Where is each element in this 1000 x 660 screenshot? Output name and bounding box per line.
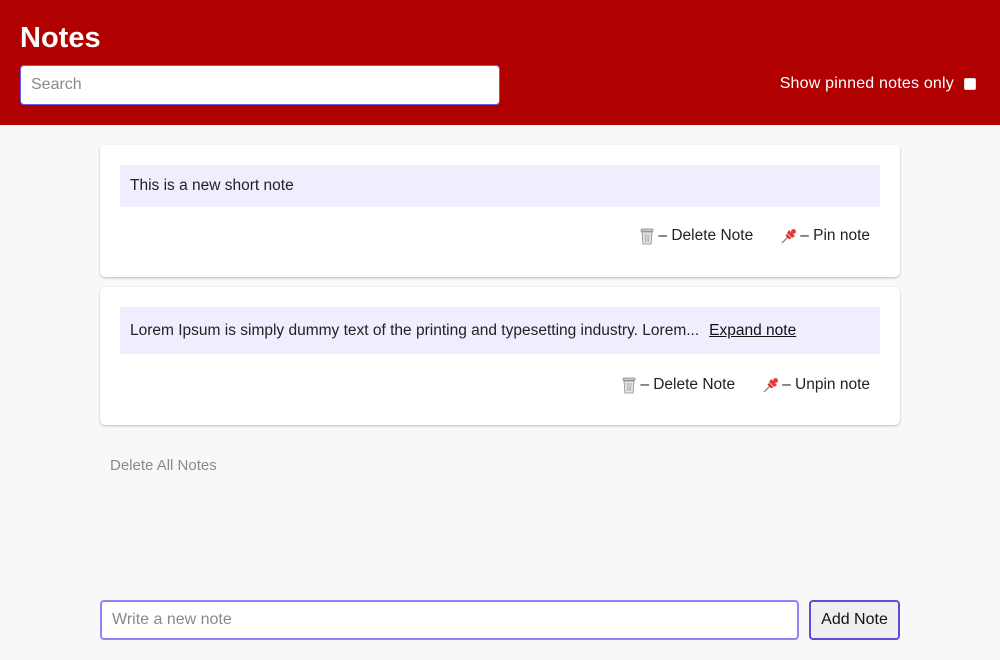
note-card: Lorem Ipsum is simply dummy text of the …	[100, 287, 900, 425]
note-actions: – Delete Note – Pin note	[637, 226, 870, 246]
trash-can-icon	[622, 377, 636, 394]
search-input[interactable]	[20, 65, 500, 105]
note-text: Lorem Ipsum is simply dummy text of the …	[130, 321, 700, 339]
pin-note-label: – Pin note	[800, 227, 870, 244]
note-text: This is a new short note	[130, 177, 294, 194]
delete-note-button[interactable]: – Delete Note	[637, 226, 753, 246]
note-actions: – Delete Note – Unpin note	[619, 375, 870, 395]
delete-note-label: – Delete Note	[640, 376, 736, 393]
app-title: Notes	[20, 22, 101, 54]
new-note-input[interactable]	[100, 600, 799, 640]
pinned-filter-label: Show pinned notes only	[779, 75, 954, 92]
expand-note-link[interactable]: Expand note	[709, 322, 796, 340]
delete-note-button[interactable]: – Delete Note	[619, 375, 735, 395]
pushpin-icon	[781, 229, 797, 244]
delete-all-notes-button[interactable]: Delete All Notes	[110, 457, 217, 474]
delete-note-label: – Delete Note	[658, 227, 754, 244]
unpin-note-button[interactable]: – Unpin note	[761, 375, 870, 395]
note-card: This is a new short note – Delete Note –…	[100, 145, 900, 277]
add-note-button[interactable]: Add Note	[809, 600, 900, 640]
note-text-area[interactable]: This is a new short note	[120, 165, 880, 207]
pinned-only-checkbox[interactable]	[964, 78, 976, 90]
app-header: Notes Show pinned notes only	[0, 0, 1000, 125]
note-text-area[interactable]: Lorem Ipsum is simply dummy text of the …	[120, 307, 880, 354]
pinned-filter[interactable]: Show pinned notes only	[780, 75, 976, 93]
pin-note-button[interactable]: – Pin note	[779, 226, 870, 246]
unpin-note-label: – Unpin note	[782, 376, 870, 393]
trash-can-icon	[641, 228, 654, 245]
pushpin-icon	[763, 378, 778, 393]
